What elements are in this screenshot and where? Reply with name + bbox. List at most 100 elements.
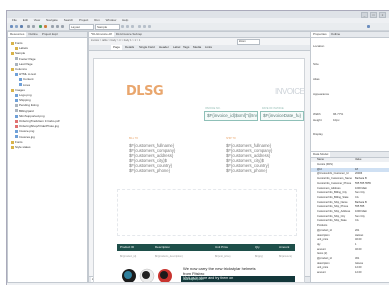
tree-item[interactable]: Content bbox=[19, 77, 34, 81]
table-row[interactable]: Customers_Address 1000 Main bbox=[311, 187, 389, 191]
table-row[interactable]: Products bbox=[311, 224, 389, 228]
table-row[interactable]: amount 12.00 bbox=[311, 271, 389, 275]
tree-item[interactable]: Style states bbox=[11, 145, 31, 149]
tab-page[interactable]: Page bbox=[111, 45, 123, 50]
table-row[interactable]: amount 46.00 bbox=[311, 248, 389, 252]
run-icon[interactable] bbox=[39, 25, 42, 28]
section-display[interactable]: Display bbox=[313, 132, 323, 136]
table-row[interactable]: CustomerInfo_Ship_Phone 555 555 bbox=[311, 205, 389, 209]
tab-tags[interactable]: Tags bbox=[183, 45, 189, 50]
align-center-icon[interactable] bbox=[143, 25, 146, 28]
tab-media[interactable]: Media bbox=[193, 45, 201, 50]
underline-icon[interactable] bbox=[131, 25, 134, 28]
height-value[interactable]: 10px bbox=[333, 118, 340, 122]
align-left-icon[interactable] bbox=[138, 25, 141, 28]
tree-item[interactable]: Fonts bbox=[11, 140, 23, 144]
section-appearance[interactable]: Appearance bbox=[313, 92, 329, 96]
qty-cell[interactable]: $F{qty} bbox=[255, 255, 263, 258]
tab-project-explorer[interactable]: Project Expl bbox=[40, 32, 60, 37]
tree-item[interactable]: Invoice.png bbox=[15, 129, 34, 133]
tree-item[interactable]: Sample bbox=[11, 51, 25, 55]
amount-cell[interactable]: $F{amount} bbox=[279, 255, 292, 258]
table-row[interactable]: @InvoiceInfo_Customer_Id 20006 bbox=[311, 172, 389, 176]
tree-item[interactable]: Last Page bbox=[15, 62, 33, 66]
invoice-date-field[interactable]: $F{invoiceDate_fu} bbox=[260, 111, 304, 121]
copy-icon[interactable] bbox=[56, 25, 59, 28]
table-row[interactable]: description Helmet bbox=[311, 234, 389, 238]
tree-item[interactable]: Columns bbox=[11, 67, 27, 71]
table-row[interactable]: unit_price 12.00 bbox=[311, 266, 389, 270]
align-right-icon[interactable] bbox=[148, 25, 151, 28]
tree-item[interactable]: OrderingTrackItem 3.Cabo.pdf bbox=[15, 119, 59, 123]
tree-item[interactable]: Footer Page bbox=[15, 57, 36, 61]
report-canvas[interactable]: DLSG INVOICE INVOICE NO. DATE OF INVOICE… bbox=[93, 58, 305, 283]
description-cell[interactable]: $F{products_description} bbox=[155, 255, 183, 258]
italic-icon[interactable] bbox=[126, 25, 129, 28]
invoice-id-field[interactable]: $F{invoice_id}$xml["@Invoice_Id"] bbox=[204, 111, 258, 121]
table-row[interactable]: CustomerInfo_Billing_City Sun City bbox=[311, 191, 389, 195]
tree-item[interactable]: Fonts bbox=[11, 41, 23, 45]
tree-item[interactable]: Labels bbox=[15, 46, 28, 50]
layout-select[interactable]: Layout bbox=[69, 24, 94, 30]
redo-icon[interactable] bbox=[32, 25, 35, 28]
tab-details[interactable]: Details bbox=[125, 45, 134, 50]
product-id-cell[interactable]: $F{product_id} bbox=[120, 255, 136, 258]
table-row[interactable]: CustomerInfo_Ship_State CA bbox=[311, 219, 389, 223]
undo-icon[interactable] bbox=[27, 25, 30, 28]
table-row[interactable]: qty 1 bbox=[311, 243, 389, 247]
width-value[interactable]: 96.77% bbox=[333, 112, 343, 116]
tab-outline-right[interactable]: Outline bbox=[329, 32, 343, 37]
table-row[interactable]: CustomerInfo_Ship_Name Barbara B bbox=[311, 201, 389, 205]
tree-item[interactable]: Pending listing bbox=[15, 103, 39, 107]
table-row[interactable]: Invoice (FDS) bbox=[311, 163, 389, 167]
tree-item[interactable]: Billing/paid bbox=[15, 109, 34, 113]
new-file-icon[interactable] bbox=[10, 25, 13, 28]
tab-properties[interactable]: Properties bbox=[311, 32, 329, 37]
table-row[interactable]: InvoiceInfo_Customer_Phone 555 555 5555 bbox=[311, 182, 389, 186]
tree-item[interactable]: HTML to text bbox=[15, 72, 36, 76]
promo-banner[interactable]: We now carry the new trickstylar helmets… bbox=[117, 266, 295, 282]
tree-item[interactable]: Logo.png bbox=[15, 93, 32, 97]
tree-item[interactable]: Images bbox=[11, 88, 25, 92]
tree-item[interactable]: Shipping bbox=[15, 98, 31, 102]
breadcrumb[interactable]: invoice > table > body > tr > body 1 > 1… bbox=[91, 39, 140, 42]
tab-header[interactable]: Header bbox=[159, 45, 169, 50]
sample-select[interactable]: Sample bbox=[95, 24, 120, 30]
tab-invoice-subreport[interactable]: DLGInvoice.Subrep bbox=[114, 32, 144, 37]
table-row[interactable]: @product_id 301 bbox=[311, 257, 389, 261]
tree-item[interactable]: SlimSupported.png bbox=[15, 114, 45, 118]
table-row[interactable]: @product_id 201 bbox=[311, 229, 389, 233]
table-row[interactable]: Items (2) bbox=[311, 252, 389, 256]
tab-outline[interactable]: Outline bbox=[26, 32, 40, 37]
section-location[interactable]: Location bbox=[313, 44, 324, 48]
invoice-heading[interactable]: INVOICE bbox=[275, 87, 304, 96]
table-row[interactable]: InvoiceInfo_Customers_Name Barbara B bbox=[311, 177, 389, 181]
section-alias[interactable]: Alias bbox=[313, 77, 320, 81]
tab-resources[interactable]: Resources bbox=[8, 32, 27, 37]
table-row[interactable]: CustomerInfo_Ship_Address 1000 Main bbox=[311, 210, 389, 214]
perspective-icon[interactable] bbox=[367, 25, 370, 28]
paste-icon[interactable] bbox=[61, 25, 64, 28]
unit-price-cell[interactable]: $F{unit_price} bbox=[215, 255, 230, 258]
tab-label[interactable]: Label bbox=[173, 45, 180, 50]
save-icon[interactable] bbox=[20, 25, 23, 28]
bold-icon[interactable] bbox=[121, 25, 124, 28]
tab-single-field[interactable]: Single Field bbox=[139, 45, 155, 50]
col-name[interactable]: Name bbox=[317, 158, 324, 162]
tree-item[interactable]: Lines bbox=[19, 83, 30, 87]
tab-data-model[interactable]: Data Model bbox=[311, 152, 331, 157]
table-row[interactable]: unit_price 46.00 bbox=[311, 238, 389, 242]
tab-links[interactable]: Links bbox=[205, 45, 212, 50]
col-value[interactable]: Value bbox=[355, 158, 361, 162]
tree-item[interactable]: OrderingShop/OrderPhoto.jpg bbox=[15, 124, 59, 128]
table-row[interactable]: CustomerInfo_Billing_State CA bbox=[311, 196, 389, 200]
tab-invoice-dlf[interactable]: *DLGInvoice.dlf bbox=[89, 32, 114, 37]
property-value: CA bbox=[355, 219, 359, 223]
ship-phone-field[interactable]: $F{customers_phone} bbox=[226, 168, 267, 173]
open-icon[interactable] bbox=[15, 25, 18, 28]
section-size[interactable]: Size bbox=[313, 62, 319, 66]
tree-item[interactable]: Invoices.jpg bbox=[15, 135, 35, 139]
debug-icon[interactable] bbox=[44, 25, 47, 28]
cut-icon[interactable] bbox=[51, 25, 54, 28]
bill-phone-field[interactable]: $F{customers_phone} bbox=[129, 168, 170, 173]
